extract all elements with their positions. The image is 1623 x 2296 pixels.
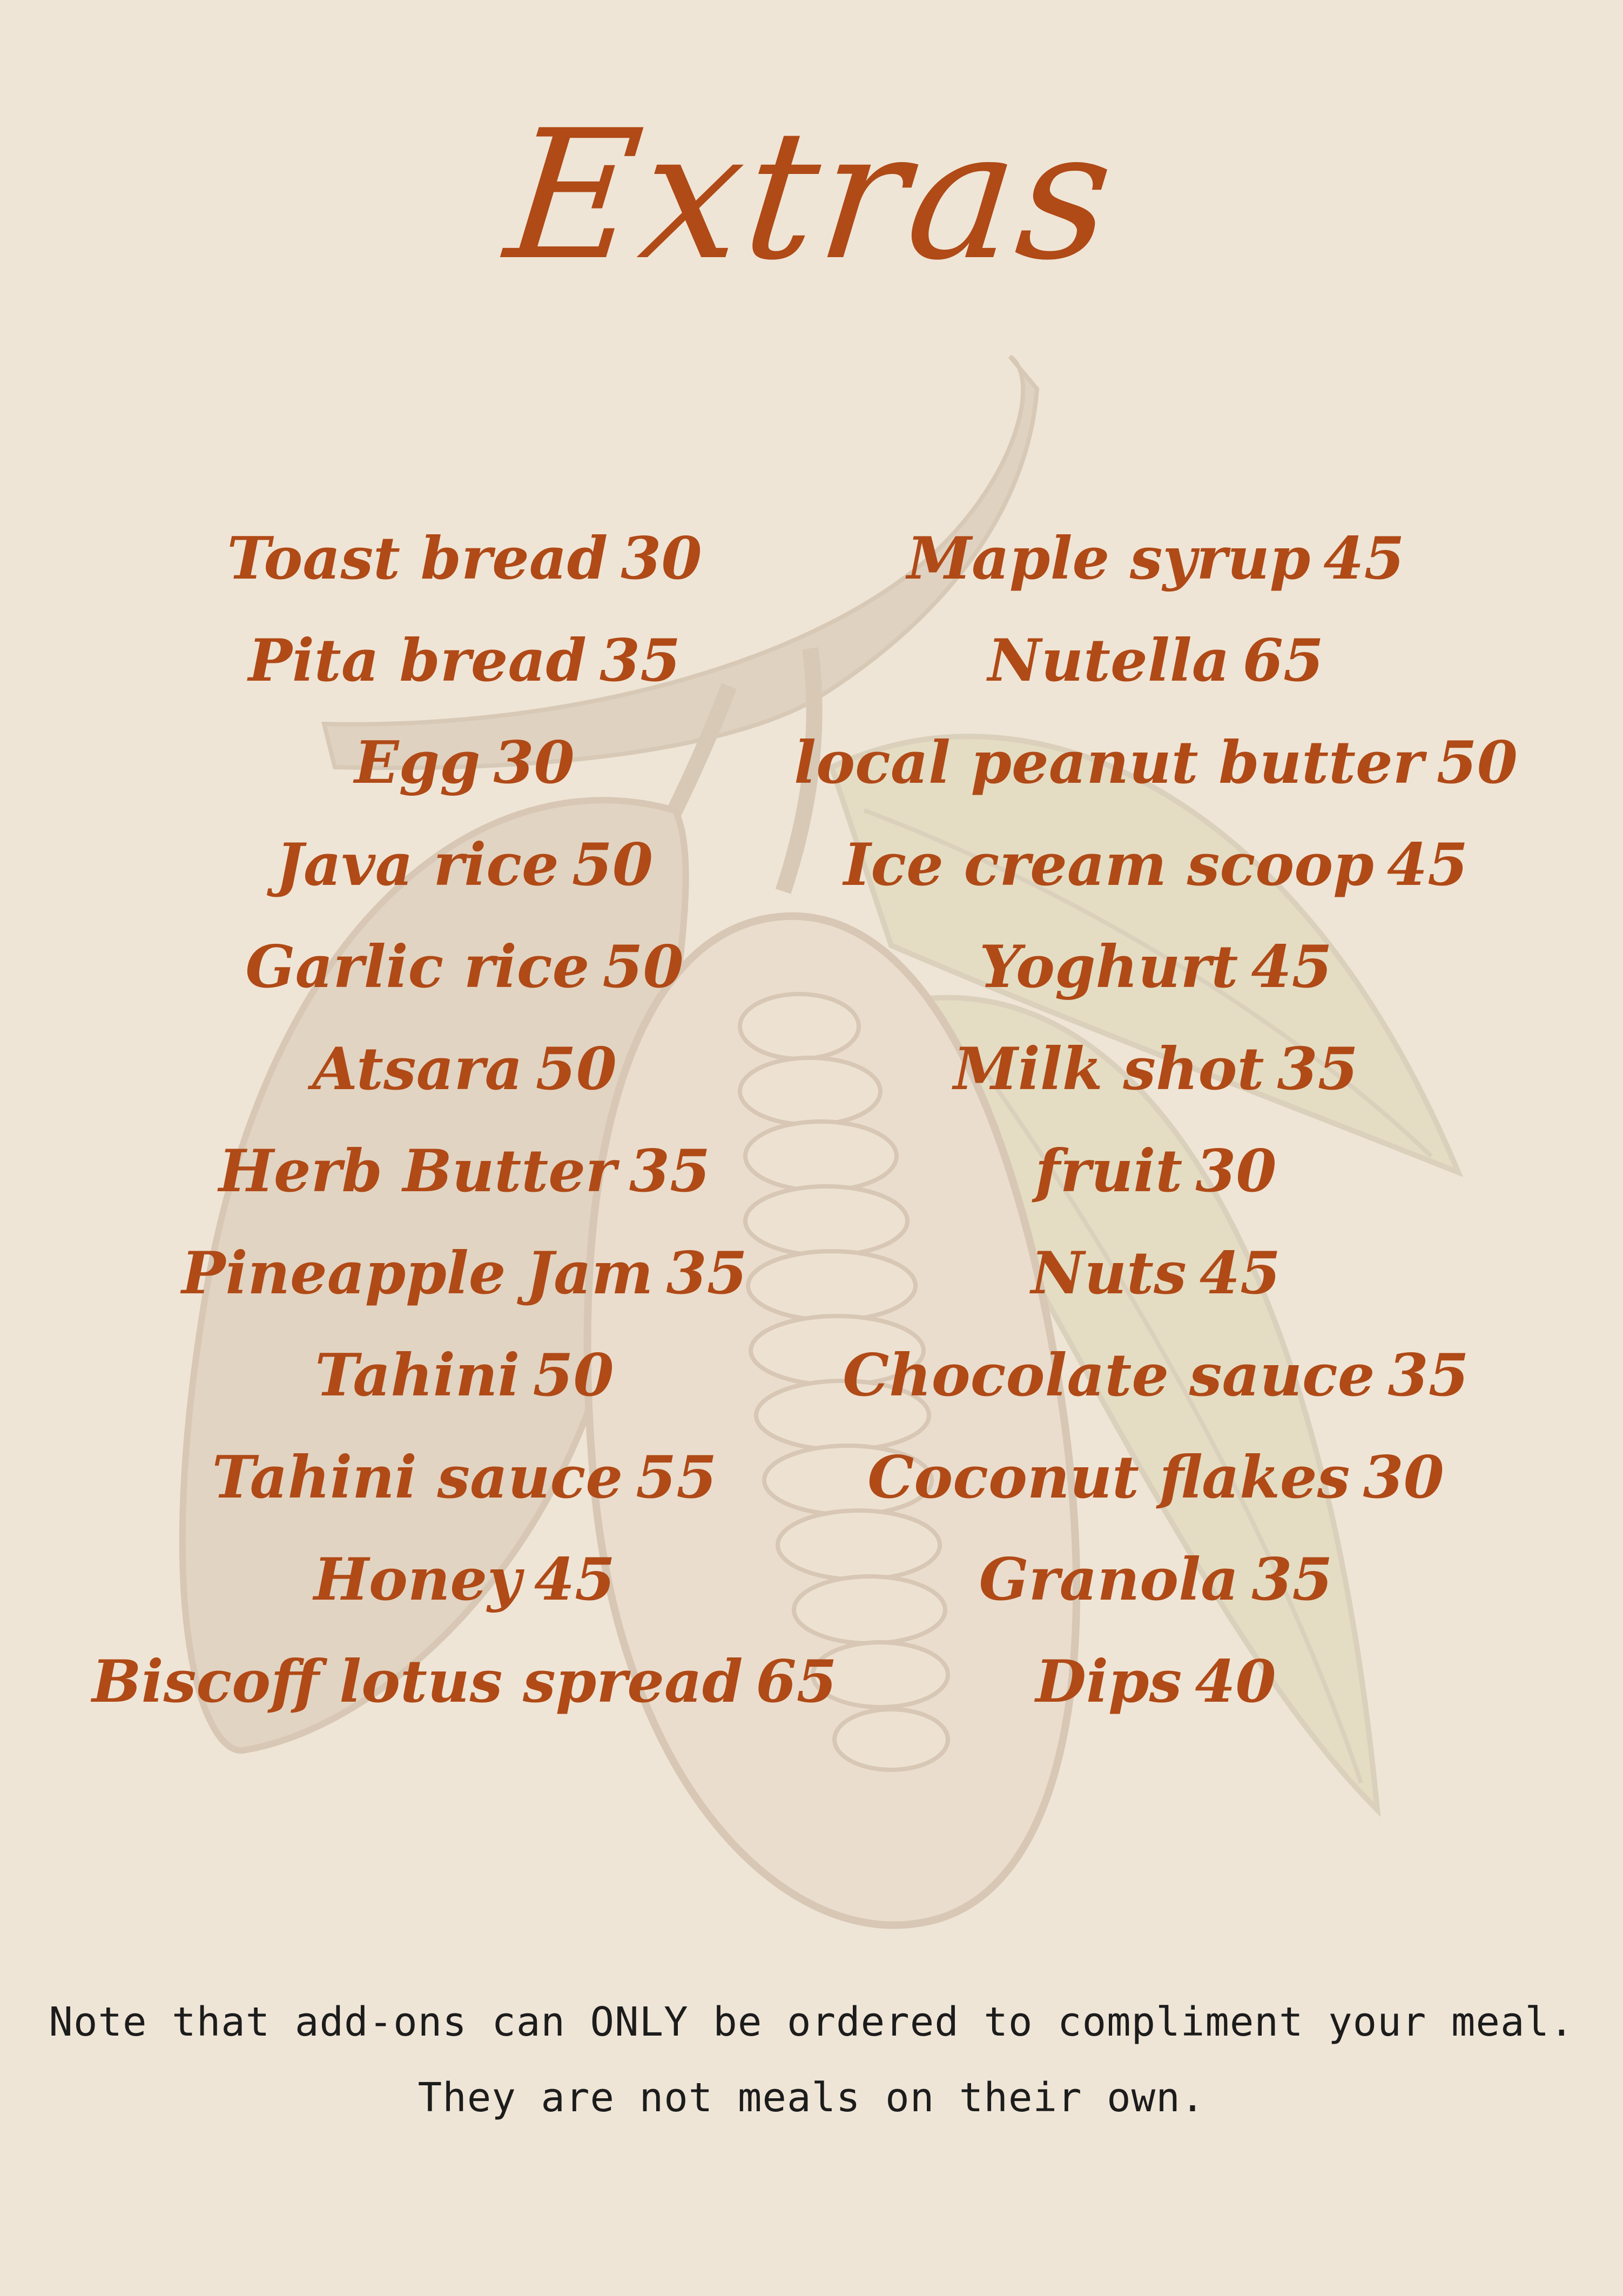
menu-item: Tahini sauce 55 — [65, 1427, 864, 1529]
item-name: Yoghurt — [979, 933, 1238, 1001]
item-name: Milk shot — [953, 1035, 1264, 1103]
menu-item: Java rice 50 — [65, 814, 864, 916]
item-name: Nuts — [1031, 1239, 1187, 1307]
item-price: 30 — [621, 525, 702, 593]
item-price: 45 — [1251, 933, 1332, 1001]
item-name: Garlic rice — [245, 933, 590, 1001]
item-price: 30 — [1363, 1444, 1444, 1512]
item-name: Dips — [1035, 1648, 1182, 1716]
item-name: Honey — [313, 1546, 521, 1614]
menu-item: Nutella 65 — [767, 610, 1545, 712]
item-price: 35 — [600, 627, 681, 695]
item-name: Java rice — [275, 831, 559, 899]
menu-item: Honey 45 — [65, 1529, 864, 1631]
item-price: 30 — [1195, 1137, 1277, 1205]
item-price: 55 — [636, 1444, 717, 1512]
item-name: Herb Butter — [218, 1137, 616, 1205]
item-name: Atsara — [312, 1035, 523, 1103]
item-price: 50 — [602, 933, 684, 1001]
item-name: Coconut flakes — [867, 1444, 1350, 1512]
item-name: Tahini — [315, 1341, 520, 1409]
item-price: 35 — [629, 1137, 711, 1205]
menu-item: Granola 35 — [767, 1529, 1545, 1631]
menu-item: fruit 30 — [767, 1120, 1545, 1223]
item-name: Maple syrup — [907, 525, 1311, 593]
menu-item: Ice cream scoop 45 — [767, 814, 1545, 916]
menu-item: Milk shot 35 — [767, 1018, 1545, 1120]
menu-item: Biscoff lotus spread 65 — [65, 1631, 864, 1733]
menu-right-column: Maple syrup 45 Nutella 65 local peanut but… — [767, 508, 1545, 1733]
item-price: 45 — [1386, 831, 1469, 899]
item-name: Chocolate sauce — [843, 1341, 1375, 1409]
item-price: 50 — [571, 831, 654, 899]
item-name: Granola — [979, 1546, 1239, 1614]
item-price: 40 — [1195, 1648, 1276, 1716]
item-name: Ice cream scoop — [843, 831, 1374, 899]
menu-item: Maple syrup 45 — [767, 508, 1545, 610]
item-price: 65 — [1242, 627, 1324, 695]
item-name: Toast bread — [227, 525, 608, 593]
menu-item: Nuts 45 — [767, 1223, 1545, 1325]
menu-item: Egg 30 — [65, 712, 864, 814]
item-price: 50 — [533, 1341, 614, 1409]
menu-item: Pineapple Jam 35 — [65, 1223, 864, 1325]
menu-item: Toast bread 30 — [65, 508, 864, 610]
item-price: 35 — [1277, 1035, 1358, 1103]
menu-item: Pita bread 35 — [65, 610, 864, 712]
item-price: 45 — [534, 1546, 616, 1614]
menu-item: Coconut flakes 30 — [767, 1427, 1545, 1529]
item-price: 35 — [1251, 1546, 1333, 1614]
item-price: 50 — [535, 1035, 617, 1103]
item-price: 45 — [1323, 525, 1405, 593]
menu-item: Herb Butter 35 — [65, 1120, 864, 1223]
note-line-1: Note that add-ons can ONLY be ordered to… — [49, 1999, 1574, 2045]
item-price: 50 — [1436, 729, 1518, 797]
item-price: 45 — [1199, 1239, 1281, 1307]
menu-left-column: Toast bread 30 Pita bread 35 Egg 30 Java ri… — [65, 508, 864, 1733]
menu-item: local peanut butter 50 — [767, 712, 1545, 814]
item-name: local peanut butter — [794, 729, 1424, 797]
item-name: Egg — [354, 729, 481, 797]
menu-item: Atsara 50 — [65, 1018, 864, 1120]
item-name: Nutella — [987, 627, 1230, 695]
item-price: 30 — [493, 729, 575, 797]
note-line-2: They are not meals on their own. — [417, 2075, 1206, 2121]
item-name: Tahini sauce — [212, 1444, 623, 1512]
item-name: fruit — [1035, 1137, 1183, 1205]
item-name: Pita bread — [248, 627, 587, 695]
menu-item: Garlic rice 50 — [65, 916, 864, 1018]
menu-item: Dips 40 — [767, 1631, 1545, 1733]
item-price: 35 — [1388, 1341, 1469, 1409]
menu-item: Chocolate sauce 35 — [767, 1325, 1545, 1427]
item-name: Pineapple Jam — [181, 1239, 654, 1307]
page-title: Extras — [498, 92, 1125, 299]
menu-item: Tahini 50 — [65, 1325, 864, 1427]
menu-item: Yoghurt 45 — [767, 916, 1545, 1018]
item-name: Biscoff lotus spread — [92, 1648, 743, 1716]
item-price: 35 — [666, 1239, 747, 1307]
